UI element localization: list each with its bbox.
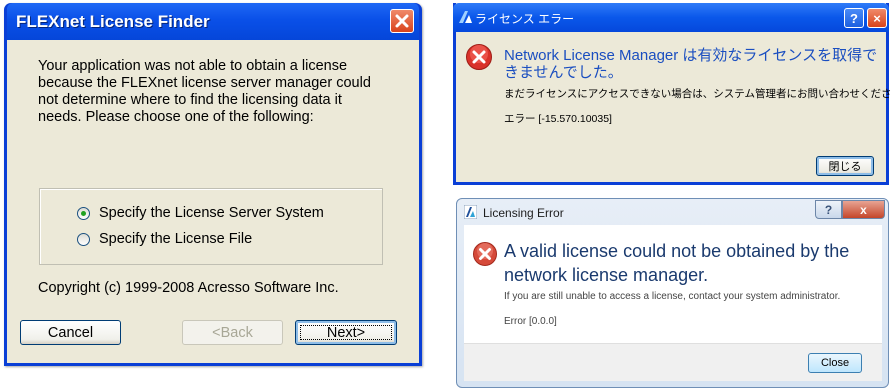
error-message: A valid license could not be obtained by… xyxy=(504,241,850,285)
error-code: Error [0.0.0] xyxy=(504,316,557,327)
close-icon: x xyxy=(860,202,867,217)
help-icon: ? xyxy=(850,10,858,26)
cancel-label: Cancel xyxy=(47,324,94,341)
copyright-text: Copyright (c) 1999-2008 Acresso Software… xyxy=(38,280,339,296)
error-detail: If you are still unable to access a lice… xyxy=(504,291,841,302)
error-icon xyxy=(466,44,492,70)
close-label: 閉じる xyxy=(828,161,862,173)
help-icon: ? xyxy=(824,202,833,217)
radio-dot-icon xyxy=(81,210,86,216)
button-bar: Close xyxy=(464,343,882,381)
dialog-message: Your application was not able to obtain … xyxy=(38,58,371,125)
error-detail: まだライセンスにアクセスできない場合は、システム管理者にお問い合わせください。 xyxy=(504,88,891,100)
close-button[interactable]: × xyxy=(867,8,887,28)
license-error-dialog-jp: ライセンス エラー ? × Network License Manager は有… xyxy=(453,3,891,185)
option-license-file[interactable]: Specify the License File xyxy=(77,231,252,247)
dialog-title: ライセンス エラー xyxy=(475,12,575,26)
option-label: Specify the License Server System xyxy=(99,205,324,221)
cancel-button[interactable]: Cancel xyxy=(20,320,121,345)
dialog-body: Your application was not able to obtain … xyxy=(7,40,419,363)
close-label: Close xyxy=(820,357,850,369)
option-license-server[interactable]: Specify the License Server System xyxy=(77,205,324,221)
dialog-title: Licensing Error xyxy=(483,206,564,220)
option-label: Specify the License File xyxy=(99,231,253,247)
back-button[interactable]: <Back xyxy=(182,320,283,345)
back-label: <Back xyxy=(212,324,253,341)
licensing-error-dialog: Licensing Error ? x A valid license coul… xyxy=(456,198,889,388)
error-icon xyxy=(473,242,497,266)
error-code: エラー [-15.570.10035] xyxy=(504,113,612,125)
close-button[interactable] xyxy=(390,9,414,33)
dialog-title: FLEXnet License Finder xyxy=(16,12,210,31)
close-dialog-button[interactable]: Close xyxy=(808,353,862,373)
app-icon xyxy=(464,205,477,219)
help-button[interactable]: ? xyxy=(815,200,842,219)
close-button[interactable]: x xyxy=(842,200,885,219)
help-button[interactable]: ? xyxy=(844,8,864,28)
flexnet-license-finder-dialog: FLEXnet License Finder Your application … xyxy=(4,3,422,366)
close-dialog-button[interactable]: 閉じる xyxy=(816,156,874,176)
title-bar[interactable]: ライセンス エラー ? × xyxy=(453,3,889,32)
radio-button[interactable] xyxy=(77,232,90,246)
close-icon xyxy=(395,14,409,28)
app-icon xyxy=(459,11,472,23)
title-bar[interactable]: FLEXnet License Finder xyxy=(7,3,419,40)
radio-button-selected[interactable] xyxy=(77,206,90,220)
close-icon: × xyxy=(873,10,881,26)
focus-ring xyxy=(300,325,392,340)
error-message: Network License Manager は有効なライセンスを取得できませ… xyxy=(504,47,878,81)
next-button[interactable]: Next> xyxy=(295,320,397,345)
license-option-group: Specify the License Server System Specif… xyxy=(39,188,383,265)
dialog-content: A valid license could not be obtained by… xyxy=(464,225,882,381)
